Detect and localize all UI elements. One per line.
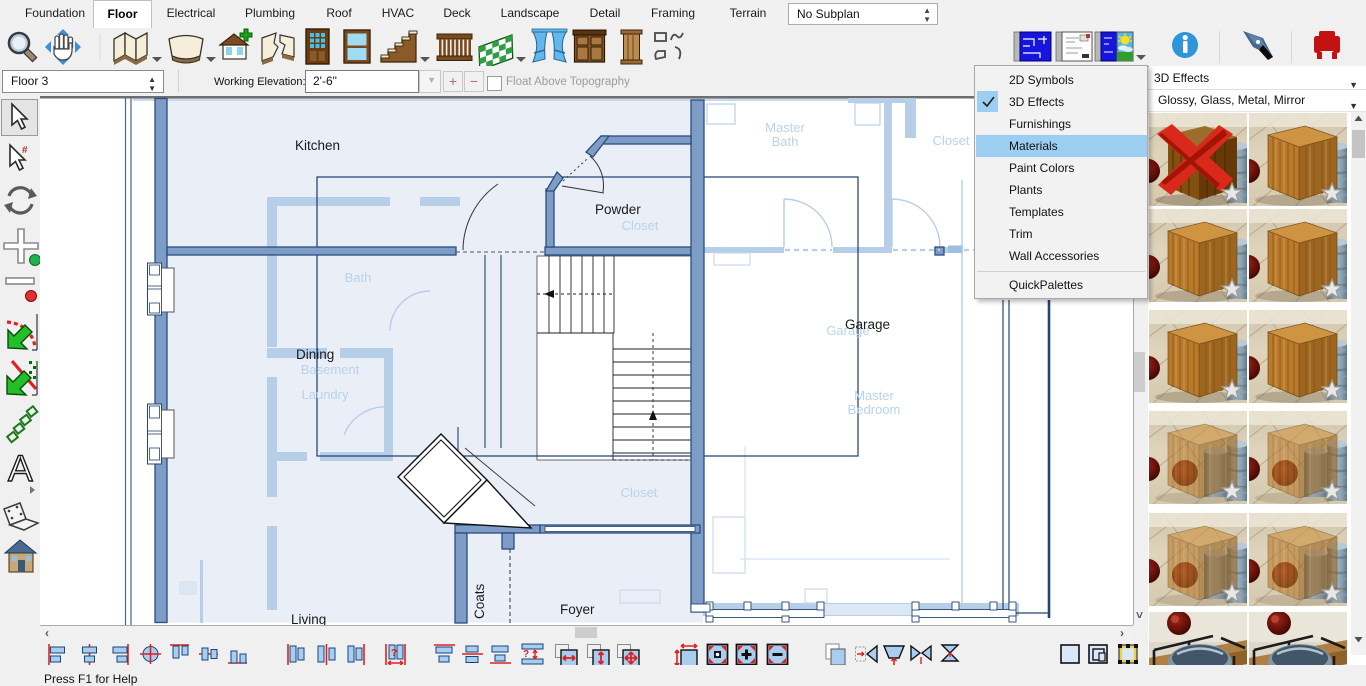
svg-text:Garage: Garage — [845, 317, 890, 332]
svg-text:Bath: Bath — [772, 134, 799, 149]
svg-text:Basement: Basement — [301, 362, 360, 377]
svg-text:Coats: Coats — [472, 583, 487, 619]
svg-text:?: ? — [523, 649, 529, 660]
svg-text:#: # — [22, 145, 28, 156]
svg-text:Foyer: Foyer — [560, 602, 595, 617]
svg-text:?: ? — [391, 648, 397, 659]
svg-text:Living: Living — [291, 612, 326, 625]
svg-text:Dining: Dining — [296, 347, 334, 362]
svg-text:Bath: Bath — [345, 270, 372, 285]
svg-text:Bedroom: Bedroom — [848, 402, 901, 417]
svg-text:Closet: Closet — [933, 133, 970, 148]
svg-text:Master: Master — [854, 388, 894, 403]
svg-text:Kitchen: Kitchen — [295, 138, 340, 153]
svg-text:Master: Master — [765, 120, 805, 135]
svg-text:Closet: Closet — [621, 485, 658, 500]
svg-text:Closet: Closet — [622, 218, 659, 233]
svg-text:Laundry: Laundry — [302, 387, 349, 402]
svg-text:A: A — [8, 448, 33, 489]
svg-text:Powder: Powder — [595, 202, 641, 217]
